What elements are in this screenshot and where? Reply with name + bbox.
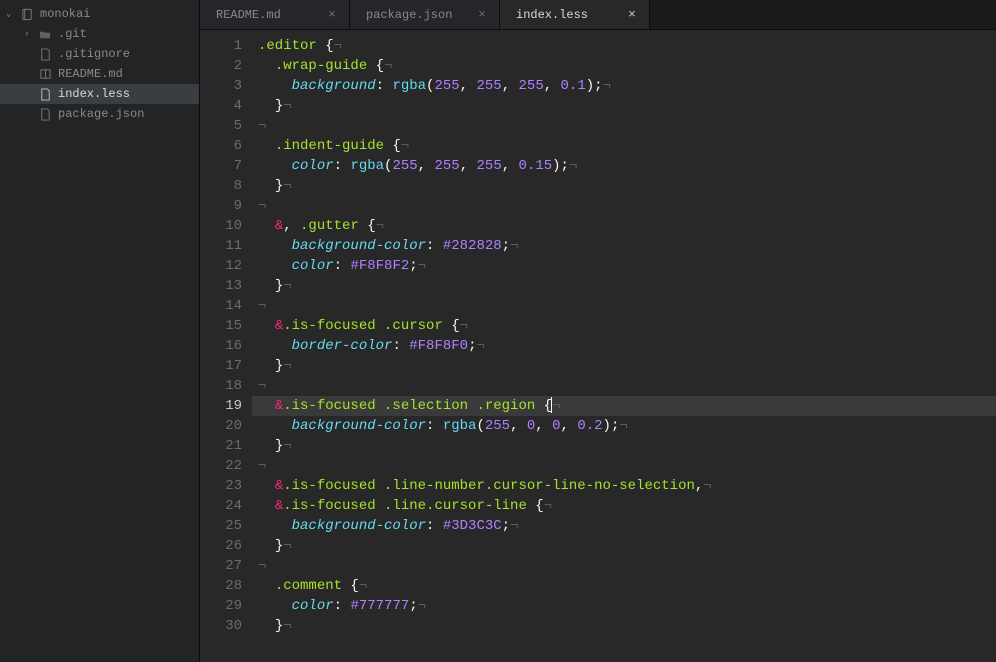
line-number: 25	[200, 516, 242, 536]
line-number: 5	[200, 116, 242, 136]
code-line[interactable]: &, .gutter {¬	[252, 216, 996, 236]
line-number: 24	[200, 496, 242, 516]
line-number: 30	[200, 616, 242, 636]
tree-file-gitignore[interactable]: .gitignore	[0, 44, 199, 64]
code-line[interactable]: .wrap-guide {¬	[252, 56, 996, 76]
code-line[interactable]: }¬	[252, 436, 996, 456]
code-line[interactable]: &.is-focused .cursor {¬	[252, 316, 996, 336]
tree-item-label: README.md	[58, 67, 123, 81]
tree-file-index-less[interactable]: index.less	[0, 84, 199, 104]
code-line[interactable]: ¬	[252, 196, 996, 216]
code-line[interactable]: ¬	[252, 116, 996, 136]
tree-root-label: monokai	[40, 7, 90, 21]
file-tree-sidebar: ⌄ monokai › .git .gitignore README.md	[0, 0, 200, 662]
tab-bar: README.md × package.json × index.less ×	[200, 0, 996, 30]
folder-icon	[38, 28, 52, 41]
line-number: 13	[200, 276, 242, 296]
line-number: 20	[200, 416, 242, 436]
tab-package-json[interactable]: package.json ×	[350, 0, 500, 29]
code-line[interactable]: }¬	[252, 356, 996, 376]
line-number: 29	[200, 596, 242, 616]
code-line[interactable]: ¬	[252, 456, 996, 476]
code-line[interactable]: ¬	[252, 556, 996, 576]
line-number: 7	[200, 156, 242, 176]
line-number: 11	[200, 236, 242, 256]
line-number: 8	[200, 176, 242, 196]
line-number: 14	[200, 296, 242, 316]
tree-folder-git[interactable]: › .git	[0, 24, 199, 44]
code-content[interactable]: .editor {¬ .wrap-guide {¬ background: rg…	[252, 30, 996, 662]
tree-item-label: .git	[58, 27, 87, 41]
line-number: 21	[200, 436, 242, 456]
repo-icon	[20, 8, 34, 21]
line-number: 2	[200, 56, 242, 76]
code-line[interactable]: color: #777777;¬	[252, 596, 996, 616]
line-number: 19	[200, 396, 242, 416]
close-icon[interactable]: ×	[475, 7, 489, 22]
editor-main: README.md × package.json × index.less × …	[200, 0, 996, 662]
tree-root[interactable]: ⌄ monokai	[0, 4, 199, 24]
code-line[interactable]: }¬	[252, 176, 996, 196]
tree-file-package-json[interactable]: package.json	[0, 104, 199, 124]
close-icon[interactable]: ×	[625, 7, 639, 22]
line-number: 12	[200, 256, 242, 276]
line-number: 15	[200, 316, 242, 336]
line-number: 9	[200, 196, 242, 216]
code-line[interactable]: &.is-focused .selection .region {¬	[252, 396, 996, 416]
tab-label: index.less	[516, 8, 605, 22]
code-line[interactable]: }¬	[252, 616, 996, 636]
code-line[interactable]: color: rgba(255, 255, 255, 0.15);¬	[252, 156, 996, 176]
line-number: 27	[200, 556, 242, 576]
line-number: 10	[200, 216, 242, 236]
tab-label: README.md	[216, 8, 305, 22]
file-icon	[38, 48, 52, 61]
line-number: 4	[200, 96, 242, 116]
editor[interactable]: 1234567891011121314151617181920212223242…	[200, 30, 996, 662]
tree-item-label: package.json	[58, 107, 144, 121]
tab-index-less[interactable]: index.less ×	[500, 0, 650, 29]
tab-readme[interactable]: README.md ×	[200, 0, 350, 29]
tree-file-readme[interactable]: README.md	[0, 64, 199, 84]
line-number: 17	[200, 356, 242, 376]
book-icon	[38, 68, 52, 81]
tree-item-label: .gitignore	[58, 47, 130, 61]
code-line[interactable]: &.is-focused .line.cursor-line {¬	[252, 496, 996, 516]
tree-item-label: index.less	[58, 87, 130, 101]
code-line[interactable]: ¬	[252, 376, 996, 396]
code-line[interactable]: ¬	[252, 296, 996, 316]
chevron-right-icon: ›	[24, 29, 36, 39]
line-number: 26	[200, 536, 242, 556]
line-number: 28	[200, 576, 242, 596]
line-number: 18	[200, 376, 242, 396]
code-line[interactable]: }¬	[252, 96, 996, 116]
code-line[interactable]: &.is-focused .line-number.cursor-line-no…	[252, 476, 996, 496]
line-number-gutter: 1234567891011121314151617181920212223242…	[200, 30, 252, 662]
code-line[interactable]: background: rgba(255, 255, 255, 0.1);¬	[252, 76, 996, 96]
line-number: 16	[200, 336, 242, 356]
close-icon[interactable]: ×	[325, 7, 339, 22]
code-line[interactable]: background-color: rgba(255, 0, 0, 0.2);¬	[252, 416, 996, 436]
file-icon	[38, 88, 52, 101]
line-number: 6	[200, 136, 242, 156]
code-line[interactable]: background-color: #3D3C3C;¬	[252, 516, 996, 536]
chevron-down-icon: ⌄	[6, 9, 18, 19]
code-line[interactable]: .indent-guide {¬	[252, 136, 996, 156]
line-number: 3	[200, 76, 242, 96]
code-line[interactable]: .comment {¬	[252, 576, 996, 596]
line-number: 22	[200, 456, 242, 476]
line-number: 1	[200, 36, 242, 56]
code-line[interactable]: .editor {¬	[252, 36, 996, 56]
code-line[interactable]: color: #F8F8F2;¬	[252, 256, 996, 276]
line-number: 23	[200, 476, 242, 496]
code-line[interactable]: border-color: #F8F8F0;¬	[252, 336, 996, 356]
tab-label: package.json	[366, 8, 455, 22]
code-line[interactable]: }¬	[252, 276, 996, 296]
code-line[interactable]: background-color: #282828;¬	[252, 236, 996, 256]
code-line[interactable]: }¬	[252, 536, 996, 556]
file-icon	[38, 108, 52, 121]
